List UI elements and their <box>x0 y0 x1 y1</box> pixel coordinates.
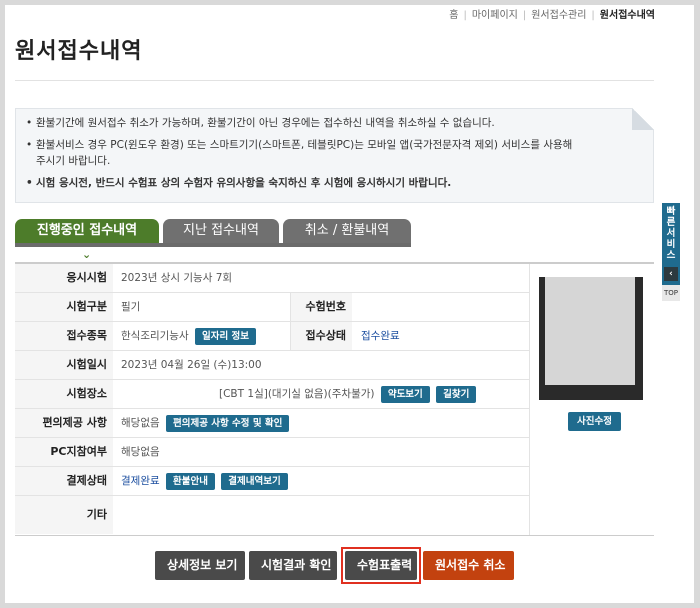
photo-column: 사진수정 <box>529 264 655 535</box>
convenience-cell: 해당없음 편의제공 사항 수정 및 확인 <box>121 409 290 437</box>
status-value: 접수완료 <box>361 330 400 342</box>
convenience-edit-button[interactable]: 편의제공 사항 수정 및 확인 <box>165 414 290 432</box>
payment-label: 결제상태 <box>15 467 113 495</box>
tab-past[interactable]: 지난 접수내역 <box>163 219 279 243</box>
item-label: 접수종목 <box>15 322 113 350</box>
exam-result-button[interactable]: 시험결과 확인 <box>249 551 337 580</box>
photo-button-wrap: 사진수정 <box>565 411 621 431</box>
title-divider <box>15 80 654 81</box>
item-value: 한식조리기능사 <box>121 330 189 342</box>
chevron-down-icon: ⌄ <box>82 248 92 261</box>
table-row: 응시시험 2023년 상시 기능사 7회 <box>15 264 529 293</box>
breadcrumb-home[interactable]: 홈 <box>449 10 458 21</box>
notice-item: 환불기간에 원서접수 취소가 가능하며, 환불기간이 아닌 경우에는 접수하신 … <box>26 115 653 131</box>
tab-underline <box>15 243 411 247</box>
place-cell: [CBT 1실](대기실 없음)(주차불가) 약도보기 길찾기 <box>219 380 477 408</box>
table-row: 시험장소 [CBT 1실](대기실 없음)(주차불가) 약도보기 길찾기 <box>15 380 529 409</box>
page-title: 원서접수내역 <box>15 39 143 64</box>
table-row: 기타 <box>15 496 529 535</box>
job-info-button[interactable]: 일자리 정보 <box>194 327 256 345</box>
breadcrumb-mypage[interactable]: 마이페이지 <box>472 10 518 21</box>
notice-box: 환불기간에 원서접수 취소가 가능하며, 환불기간이 아닌 경우에는 접수하신 … <box>15 108 654 203</box>
refund-info-button[interactable]: 환불안내 <box>165 472 215 490</box>
directions-button[interactable]: 길찾기 <box>436 385 477 403</box>
place-value: [CBT 1실](대기실 없음)(주차불가) <box>219 388 375 400</box>
page-frame: 홈|마이페이지|원서접수관리|원서접수내역 원서접수내역 환불기간에 원서접수 … <box>5 5 694 603</box>
date-label: 시험일시 <box>15 351 113 379</box>
footer-actions: 상세정보 보기 시험결과 확인 수험표출력 원서접수 취소 <box>5 547 694 584</box>
item-cell: 한식조리기능사 일자리 정보 <box>121 322 256 350</box>
table-row: 결제상태 결제완료 환불안내 결제내역보기 <box>15 467 529 496</box>
detail-info-button[interactable]: 상세정보 보기 <box>155 551 245 580</box>
exam-value: 2023년 상시 기능사 7회 <box>121 272 233 284</box>
tab-in-progress[interactable]: 진행중인 접수내역 <box>15 219 159 243</box>
table-row: 접수종목 한식조리기능사 일자리 정보 접수상태 접수완료 <box>15 322 529 351</box>
tab-cancel-refund[interactable]: 취소 / 환불내역 <box>283 219 411 243</box>
notice-item: 환불서비스 경우 PC(윈도우 환경) 또는 스마트기기(스마트폰, 테블릿PC… <box>26 137 653 169</box>
scroll-top-button[interactable]: TOP <box>662 285 680 301</box>
category-value: 필기 <box>121 301 141 313</box>
quick-service-label: 빠른서비스 <box>666 206 676 261</box>
convenience-value: 해당없음 <box>121 417 160 429</box>
table-row: 시험구분 필기 수험번호 <box>15 293 529 322</box>
chevron-left-icon[interactable]: ‹ <box>664 267 678 281</box>
exam-label: 응시시험 <box>15 264 113 292</box>
map-button[interactable]: 약도보기 <box>380 385 430 403</box>
category-label: 시험구분 <box>15 293 113 321</box>
print-ticket-button[interactable]: 수험표출력 <box>345 551 417 580</box>
etc-label: 기타 <box>15 496 113 534</box>
edit-photo-button[interactable]: 사진수정 <box>568 412 621 431</box>
notice-item: 시험 응시전, 반드시 수험표 상의 수험자 유의사항을 숙지하신 후 시험에 … <box>26 175 653 191</box>
quick-service-menu[interactable]: 빠른서비스 ‹ <box>662 203 680 297</box>
breadcrumb: 홈 | 마이페이지 | 원서접수관리 | 원서접수내역 <box>449 10 655 21</box>
table-row: PC지참여부 해당없음 <box>15 438 529 467</box>
payment-cell: 결제완료 환불안내 결제내역보기 <box>121 467 288 495</box>
date-value: 2023년 04월 26일 (수)13:00 <box>121 359 262 371</box>
place-label: 시험장소 <box>15 380 113 408</box>
ticket-label: 수험번호 <box>290 293 352 321</box>
pc-label: PC지참여부 <box>15 438 113 466</box>
payment-value: 결제완료 <box>121 475 160 487</box>
breadcrumb-current: 원서접수내역 <box>599 10 655 21</box>
breadcrumb-application-management[interactable]: 원서접수관리 <box>531 10 586 21</box>
table-row: 편의제공 사항 해당없음 편의제공 사항 수정 및 확인 <box>15 409 529 438</box>
photo-placeholder <box>545 277 635 385</box>
status-label: 접수상태 <box>290 322 352 350</box>
payment-history-button[interactable]: 결제내역보기 <box>221 472 288 490</box>
pc-value: 해당없음 <box>121 446 160 458</box>
application-info-table: 응시시험 2023년 상시 기능사 7회 시험구분 필기 수험번호 접수종목 한… <box>15 262 654 536</box>
table-row: 시험일시 2023년 04월 26일 (수)13:00 <box>15 351 529 380</box>
applicant-photo <box>539 277 643 400</box>
convenience-label: 편의제공 사항 <box>15 409 113 437</box>
cancel-application-button[interactable]: 원서접수 취소 <box>423 551 514 580</box>
